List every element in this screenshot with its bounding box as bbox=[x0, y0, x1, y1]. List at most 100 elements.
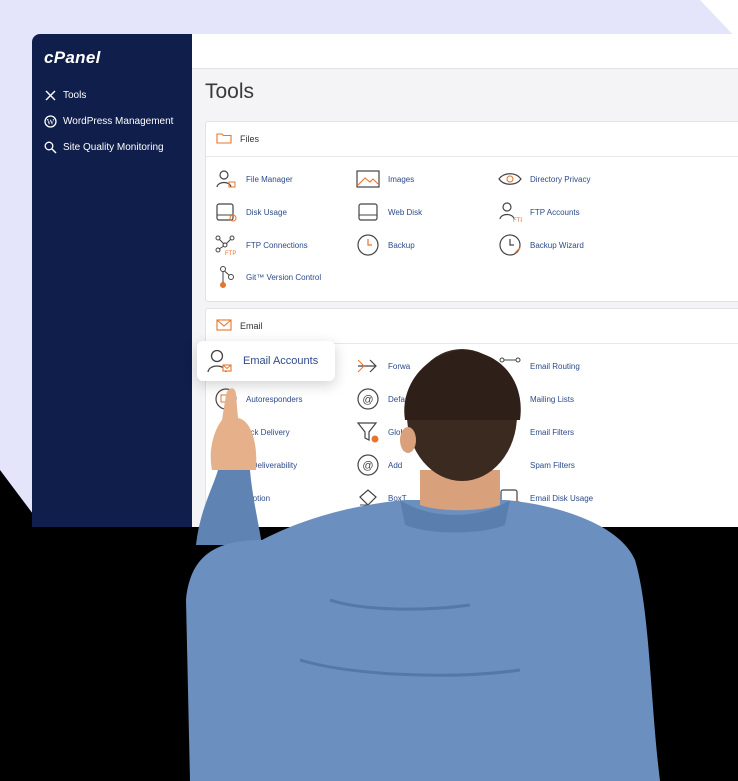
tool-label: ack Delivery bbox=[246, 427, 290, 437]
tool-label: Backup bbox=[388, 240, 415, 250]
web-disk-icon bbox=[356, 201, 380, 223]
tool-mailing-lists[interactable]: Mailing Lists bbox=[498, 388, 574, 410]
sidebar: cPanel Tools W WordPress Management Site… bbox=[32, 34, 192, 527]
files-panel-header[interactable]: Files bbox=[206, 122, 738, 157]
email-deliverability-icon bbox=[214, 454, 238, 476]
email-accounts-label: Email Accounts bbox=[243, 355, 319, 367]
cpanel-logo[interactable]: cPanel bbox=[44, 48, 101, 68]
tool-file-manager[interactable]: File Manager bbox=[214, 168, 293, 190]
spam-filters-icon bbox=[498, 454, 522, 476]
encryption-icon bbox=[214, 487, 238, 509]
tool-label: Images bbox=[388, 174, 415, 184]
tool-ftp-connections[interactable]: FTP FTP Connections bbox=[214, 234, 308, 256]
email-panel-title: Email bbox=[240, 321, 263, 331]
tool-label: ryption bbox=[246, 493, 271, 503]
ftp-accounts-icon: FTP bbox=[498, 201, 522, 223]
files-panel-title: Files bbox=[240, 134, 260, 144]
disk-icon bbox=[214, 201, 238, 223]
tool-disk-usage[interactable]: Disk Usage bbox=[214, 201, 287, 223]
mailing-lists-icon bbox=[498, 388, 522, 410]
tool-spam-filters[interactable]: Spam Filters bbox=[498, 454, 575, 476]
eye-icon bbox=[498, 168, 522, 190]
tool-email-routing[interactable]: Email Routing bbox=[498, 355, 580, 377]
tool-boxtrapper[interactable]: BoxT bbox=[356, 487, 407, 509]
tool-label: Web Disk bbox=[388, 207, 423, 217]
tool-label: File Manager bbox=[246, 174, 293, 184]
svg-text:@: @ bbox=[362, 394, 373, 406]
tool-backup[interactable]: Backup bbox=[356, 234, 415, 256]
tool-address-importer[interactable]: @ Add bbox=[356, 454, 402, 476]
tool-label: Autoresponders bbox=[246, 394, 303, 404]
tool-forwarders[interactable]: Forwa bbox=[356, 355, 410, 377]
svg-text:FTP: FTP bbox=[513, 218, 522, 223]
sidebar-item-tools[interactable]: Tools bbox=[44, 89, 86, 102]
tool-label: Email Filters bbox=[530, 427, 575, 437]
tool-label: Git™ Version Control bbox=[246, 272, 322, 282]
page-title: Tools bbox=[205, 80, 255, 103]
track-delivery-icon bbox=[214, 421, 238, 443]
tool-backup-wizard[interactable]: Backup Wizard bbox=[498, 234, 584, 256]
file-manager-icon bbox=[214, 168, 238, 190]
tool-global-filters[interactable]: Glob bbox=[356, 421, 405, 443]
autoresponders-icon bbox=[214, 388, 238, 410]
sidebar-item-wordpress[interactable]: W WordPress Management bbox=[44, 115, 173, 128]
tool-label: Directory Privacy bbox=[530, 174, 591, 184]
address-importer-icon: @ bbox=[356, 454, 380, 476]
tool-label: Email Disk Usage bbox=[530, 493, 594, 503]
tool-label: Glob bbox=[388, 427, 405, 437]
tool-track-delivery[interactable]: ack Delivery bbox=[214, 421, 290, 443]
git-icon bbox=[214, 266, 238, 288]
default-address-icon: @ bbox=[356, 388, 380, 410]
sidebar-item-site-quality[interactable]: Site Quality Monitoring bbox=[44, 141, 164, 154]
sidebar-item-label: Site Quality Monitoring bbox=[63, 142, 164, 153]
envelope-icon bbox=[216, 319, 232, 333]
email-routing-icon bbox=[498, 355, 522, 377]
tool-directory-privacy[interactable]: Directory Privacy bbox=[498, 168, 590, 190]
email-accounts-card[interactable]: Email Accounts bbox=[197, 341, 335, 381]
tool-label: Add bbox=[388, 460, 403, 470]
tool-encryption[interactable]: ryption bbox=[214, 487, 270, 509]
email-disk-usage-icon bbox=[498, 487, 522, 509]
backup-icon bbox=[356, 234, 380, 256]
backdrop-dark bbox=[0, 527, 738, 781]
tool-label: Email Routing bbox=[530, 361, 580, 371]
tool-email-disk-usage[interactable]: Email Disk Usage bbox=[498, 487, 593, 509]
folder-icon bbox=[216, 132, 232, 146]
svg-text:FTP: FTP bbox=[225, 251, 236, 256]
tool-email-deliverability[interactable]: il Deliverability bbox=[214, 454, 297, 476]
forwarders-icon bbox=[356, 355, 380, 377]
images-icon bbox=[356, 168, 380, 190]
tool-images[interactable]: Images bbox=[356, 168, 414, 190]
email-accounts-icon bbox=[205, 347, 233, 375]
tool-label: BoxT bbox=[388, 493, 407, 503]
tool-web-disk[interactable]: Web Disk bbox=[356, 201, 422, 223]
ftp-connections-icon: FTP bbox=[214, 234, 238, 256]
global-filters-icon bbox=[356, 421, 380, 443]
wordpress-icon: W bbox=[44, 115, 57, 128]
magnifier-icon bbox=[44, 141, 57, 154]
top-bar bbox=[192, 34, 738, 69]
tool-email-filters[interactable]: Email Filters bbox=[498, 421, 574, 443]
tool-label: Defau bbox=[388, 394, 410, 404]
tool-label: FTP Accounts bbox=[530, 207, 580, 217]
sidebar-item-label: WordPress Management bbox=[63, 116, 174, 127]
sidebar-item-label: Tools bbox=[63, 90, 87, 101]
backup-wizard-icon bbox=[498, 234, 522, 256]
tool-git-version-control[interactable]: Git™ Version Control bbox=[214, 266, 321, 288]
svg-text:@: @ bbox=[362, 460, 373, 472]
boxtrapper-icon bbox=[356, 487, 380, 509]
tool-label: Mailing Lists bbox=[530, 394, 575, 404]
tool-label: Forwa bbox=[388, 361, 411, 371]
tool-label: Disk Usage bbox=[246, 207, 287, 217]
svg-text:W: W bbox=[47, 118, 55, 127]
tool-default-address[interactable]: @ Defau bbox=[356, 388, 409, 410]
tool-label: FTP Connections bbox=[246, 240, 308, 250]
tool-ftp-accounts[interactable]: FTP FTP Accounts bbox=[498, 201, 580, 223]
tool-label: il Deliverability bbox=[246, 460, 298, 470]
tool-autoresponders[interactable]: Autoresponders bbox=[214, 388, 302, 410]
email-panel-header[interactable]: Email bbox=[206, 309, 738, 344]
tool-label: Spam Filters bbox=[530, 460, 575, 470]
tool-label: Backup Wizard bbox=[530, 240, 584, 250]
wrench-icon bbox=[44, 89, 57, 102]
email-filters-icon bbox=[498, 421, 522, 443]
